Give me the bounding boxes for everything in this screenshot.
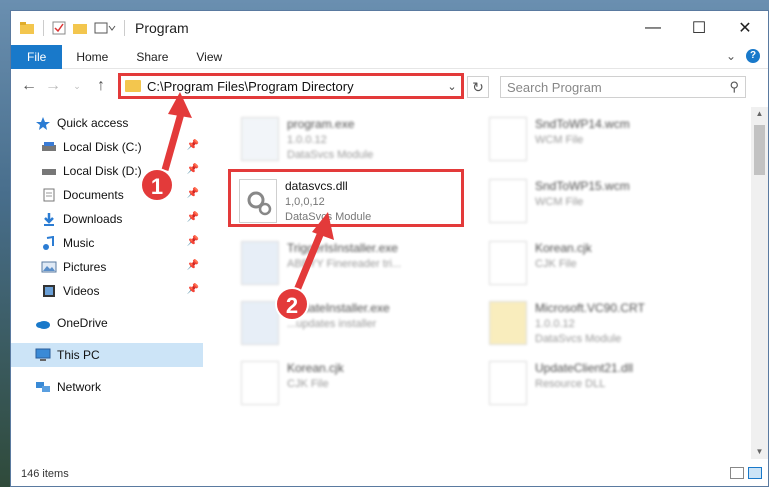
step-marker-1: 1 — [140, 168, 174, 202]
annotation-arrows — [161, 92, 334, 297]
arrow-2-line — [291, 228, 326, 297]
arrow-1-line — [161, 109, 186, 171]
arrow-2-head — [312, 212, 334, 240]
arrow-1-head — [168, 92, 192, 118]
step-marker-2: 2 — [275, 287, 309, 321]
